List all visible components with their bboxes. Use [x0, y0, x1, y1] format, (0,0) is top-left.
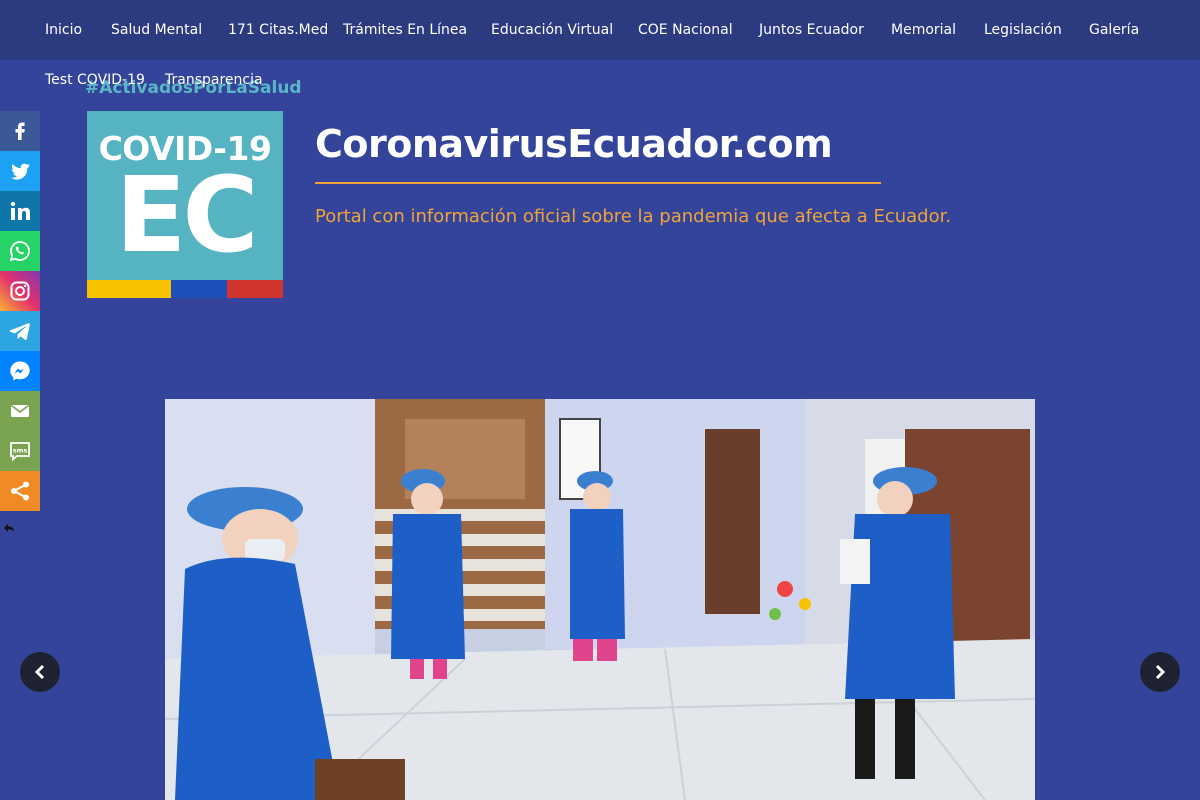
nav-item-tramites[interactable]: Trámites En Línea — [343, 21, 467, 39]
hide-share-bar-icon[interactable] — [2, 521, 16, 535]
nav-item-171-citas[interactable]: 171 Citas.Med — [228, 21, 328, 39]
sms-icon: sms — [10, 442, 30, 462]
nav-item-salud-mental[interactable]: Salud Mental — [111, 21, 202, 39]
nav-item-memorial[interactable]: Memorial — [891, 21, 956, 39]
top-navigation: Inicio Salud Mental 171 Citas.Med Trámit… — [0, 0, 1200, 60]
slider-main-image[interactable] — [165, 399, 1035, 800]
flag-stripe-yellow — [87, 280, 171, 298]
slider-prev-button[interactable] — [20, 652, 60, 692]
share-icon — [11, 481, 29, 501]
linkedin-icon — [10, 201, 30, 220]
healthcare-workers-photo — [165, 399, 1035, 800]
nav-item-coe-nacional[interactable]: COE Nacional — [638, 21, 733, 39]
site-tagline: Portal con información oficial sobre la … — [315, 206, 952, 227]
chevron-right-icon — [1155, 664, 1166, 680]
share-more-button[interactable] — [0, 471, 40, 511]
share-facebook-button[interactable] — [0, 111, 40, 151]
share-sms-button[interactable]: sms — [0, 431, 40, 471]
nav-item-educacion-virtual[interactable]: Educación Virtual — [491, 21, 613, 39]
share-whatsapp-button[interactable] — [0, 231, 40, 271]
telegram-icon — [9, 323, 30, 341]
share-twitter-button[interactable] — [0, 151, 40, 191]
nav-item-juntos-ecuador[interactable]: Juntos Ecuador — [759, 21, 864, 39]
instagram-icon — [10, 281, 30, 301]
title-divider — [315, 182, 881, 184]
chevron-left-icon — [34, 664, 45, 680]
twitter-icon — [11, 163, 30, 180]
facebook-icon — [15, 122, 25, 140]
messenger-icon — [10, 361, 30, 381]
flag-stripe-blue — [171, 280, 227, 298]
nav-item-legislacion[interactable]: Legislación — [984, 21, 1062, 39]
nav-item-inicio[interactable]: Inicio — [45, 21, 82, 39]
share-email-button[interactable] — [0, 391, 40, 431]
share-messenger-button[interactable] — [0, 351, 40, 391]
slider-next-button[interactable] — [1140, 652, 1180, 692]
nav-item-galeria[interactable]: Galería — [1089, 21, 1139, 39]
share-linkedin-button[interactable] — [0, 191, 40, 231]
site-title[interactable]: CoronavirusEcuador.com — [315, 122, 833, 166]
share-telegram-button[interactable] — [0, 311, 40, 351]
nav-item-transparencia[interactable]: Transparencia — [165, 71, 263, 89]
site-logo[interactable]: COVID-19 EC — [87, 111, 283, 298]
flag-stripe-red — [227, 280, 283, 298]
nav-item-test-covid[interactable]: Test COVID-19 — [45, 71, 145, 89]
whatsapp-icon — [9, 241, 30, 262]
email-icon — [11, 404, 29, 417]
share-instagram-button[interactable] — [0, 271, 40, 311]
logo-text-ec: EC — [115, 154, 258, 276]
svg-text:sms: sms — [13, 447, 28, 455]
